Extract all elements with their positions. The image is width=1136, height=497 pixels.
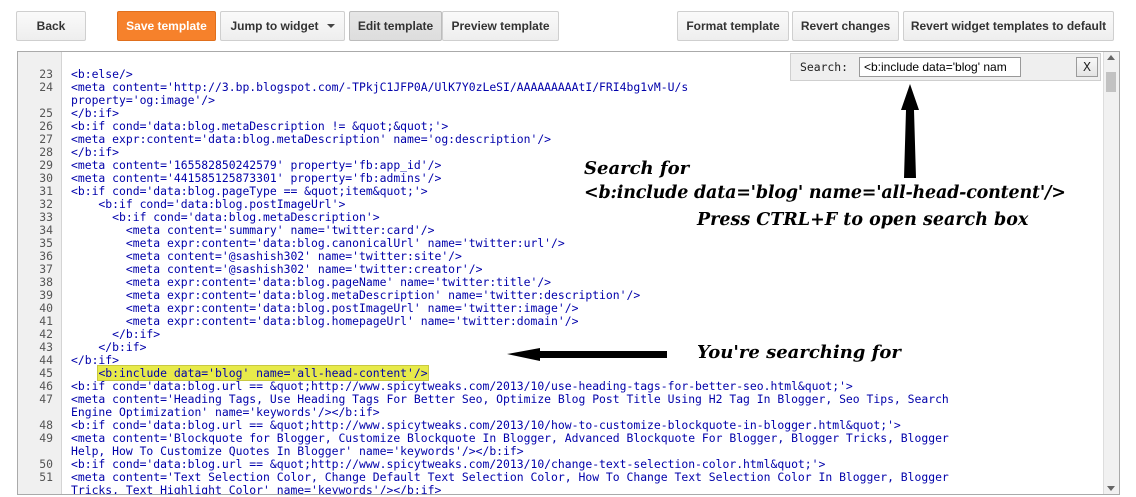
line-number: 51 bbox=[39, 470, 53, 484]
left-arrow-icon bbox=[507, 348, 667, 361]
close-search-button[interactable]: X bbox=[1076, 57, 1098, 77]
code-text-content: <meta content='165582850242579' property… bbox=[71, 158, 442, 172]
code-line[interactable]: 27 <meta expr:content='data:blog.metaDesc… bbox=[18, 133, 1103, 146]
annotation-press-ctrl-f: Press CTRL+F to open search box bbox=[697, 210, 1029, 230]
code-text-content: Help, How To Customize Quotes In Blogger… bbox=[71, 444, 524, 458]
revert-changes-button[interactable]: Revert changes bbox=[792, 11, 899, 41]
code-text[interactable]: Tricks, Text Highlight Color' name='keyw… bbox=[71, 484, 441, 495]
search-box: Search: X bbox=[790, 53, 1101, 81]
template-toolbar: Back Save template Jump to widget Edit t… bbox=[0, 0, 1136, 50]
code-text-content: </b:if> bbox=[71, 327, 161, 341]
jump-to-widget-button[interactable]: Jump to widget bbox=[220, 11, 345, 41]
code-text-content: <meta expr:content='data:blog.metaDescri… bbox=[71, 132, 552, 146]
code-text-content: <b:if cond='data:blog.pageType == &quot;… bbox=[71, 184, 428, 198]
code-text-content: Engine Optimization' name='keywords'/></… bbox=[71, 405, 380, 419]
code-line[interactable]: property='og:image'/> bbox=[18, 94, 1103, 107]
scroll-thumb[interactable] bbox=[1106, 72, 1116, 92]
annotation-search-for: Search for bbox=[584, 158, 690, 179]
code-text-content: <meta expr:content='data:blog.homepageUr… bbox=[71, 314, 579, 328]
code-text-content: <meta expr:content='data:blog.canonicalU… bbox=[71, 236, 565, 250]
code-line[interactable]: 41 <meta expr:content='data:blog.homepag… bbox=[18, 315, 1103, 328]
code-text-content: <meta content='Blockquote for Blogger, C… bbox=[71, 431, 949, 445]
save-template-button[interactable]: Save template bbox=[117, 11, 216, 41]
code-text-content: <meta expr:content='data:blog.postImageU… bbox=[71, 301, 579, 315]
jump-to-widget-label: Jump to widget bbox=[230, 19, 319, 33]
code-text-content: <meta content='Text Selection Color, Cha… bbox=[71, 470, 949, 484]
line-number: 24 bbox=[39, 80, 53, 94]
search-label: Search: bbox=[800, 60, 849, 74]
code-text-content: </b:if> bbox=[71, 353, 120, 367]
code-text-content: </b:if> bbox=[71, 145, 120, 159]
code-text-content: <meta content='Heading Tags, Use Heading… bbox=[71, 392, 949, 406]
code-text-content: </b:if> bbox=[71, 340, 147, 354]
code-lines[interactable]: 23 <b:else/> 24 <meta content='http://3.bp.… bbox=[18, 55, 1103, 495]
annotation-search-tag: <b:include data='blog' name='all-head-co… bbox=[584, 183, 1066, 203]
up-arrow-icon bbox=[901, 84, 919, 178]
code-text-content: <b:if cond='data:blog.url == &quot;http:… bbox=[71, 379, 853, 393]
code-text[interactable]: <meta expr:content='data:blog.metaDescri… bbox=[71, 133, 551, 146]
vertical-scrollbar[interactable] bbox=[1103, 52, 1119, 494]
code-text-content: <b:if cond='data:blog.metaDescription'> bbox=[71, 210, 380, 224]
code-text-content bbox=[71, 54, 578, 68]
code-text-content: property='og:image'/> bbox=[71, 93, 216, 107]
code-text-content: <b:if cond='data:blog.url == &quot;http:… bbox=[71, 418, 901, 432]
scroll-up-icon[interactable] bbox=[1107, 55, 1115, 60]
code-text-content: <meta expr:content='data:blog.pageName' … bbox=[71, 275, 552, 289]
edit-template-tab[interactable]: Edit template bbox=[349, 11, 442, 41]
annotation-you-are-searching-for: You're searching for bbox=[697, 342, 901, 363]
format-template-button[interactable]: Format template bbox=[677, 11, 789, 41]
code-text-content: <b:if cond='data:blog.metaDescription !=… bbox=[71, 119, 449, 133]
code-text-content: <meta expr:content='data:blog.metaDescri… bbox=[71, 288, 641, 302]
code-text-content: <meta content='@sashish302' name='twitte… bbox=[71, 249, 462, 263]
code-text-content: Tricks, Text Highlight Color' name='keyw… bbox=[71, 483, 442, 495]
code-text-content: </b:if> bbox=[71, 106, 120, 120]
back-button[interactable]: Back bbox=[16, 11, 86, 41]
search-match-highlight: <b:include data='blog' name='all-head-co… bbox=[97, 365, 429, 381]
revert-widget-templates-button[interactable]: Revert widget templates to default bbox=[903, 11, 1114, 41]
code-text[interactable] bbox=[71, 55, 578, 68]
chevron-down-icon bbox=[326, 24, 335, 28]
search-input[interactable] bbox=[859, 57, 1021, 77]
code-text-content: <meta content='summary' name='twitter:ca… bbox=[71, 223, 435, 237]
scroll-down-icon[interactable] bbox=[1107, 486, 1115, 491]
template-code-editor[interactable]: 23 <b:else/> 24 <meta content='http://3.bp.… bbox=[17, 51, 1120, 495]
code-text-content: <b:else/> bbox=[71, 67, 133, 81]
preview-template-tab[interactable]: Preview template bbox=[442, 11, 559, 41]
code-text-content: <b:if cond='data:blog.url == &quot;http:… bbox=[71, 457, 826, 471]
code-text-content: <meta content='http://3.bp.blogspot.com/… bbox=[71, 80, 689, 94]
line-number: 49 bbox=[39, 431, 53, 445]
code-line[interactable]: Tricks, Text Highlight Color' name='keyw… bbox=[18, 484, 1103, 495]
code-text-content: <meta content='@sashish302' name='twitte… bbox=[71, 262, 483, 276]
code-text-content: <b:if cond='data:blog.postImageUrl'> bbox=[71, 197, 346, 211]
line-number: 47 bbox=[39, 392, 53, 406]
code-text-content: <meta content='441585125873301' property… bbox=[71, 171, 442, 185]
code-text-content bbox=[71, 366, 98, 380]
